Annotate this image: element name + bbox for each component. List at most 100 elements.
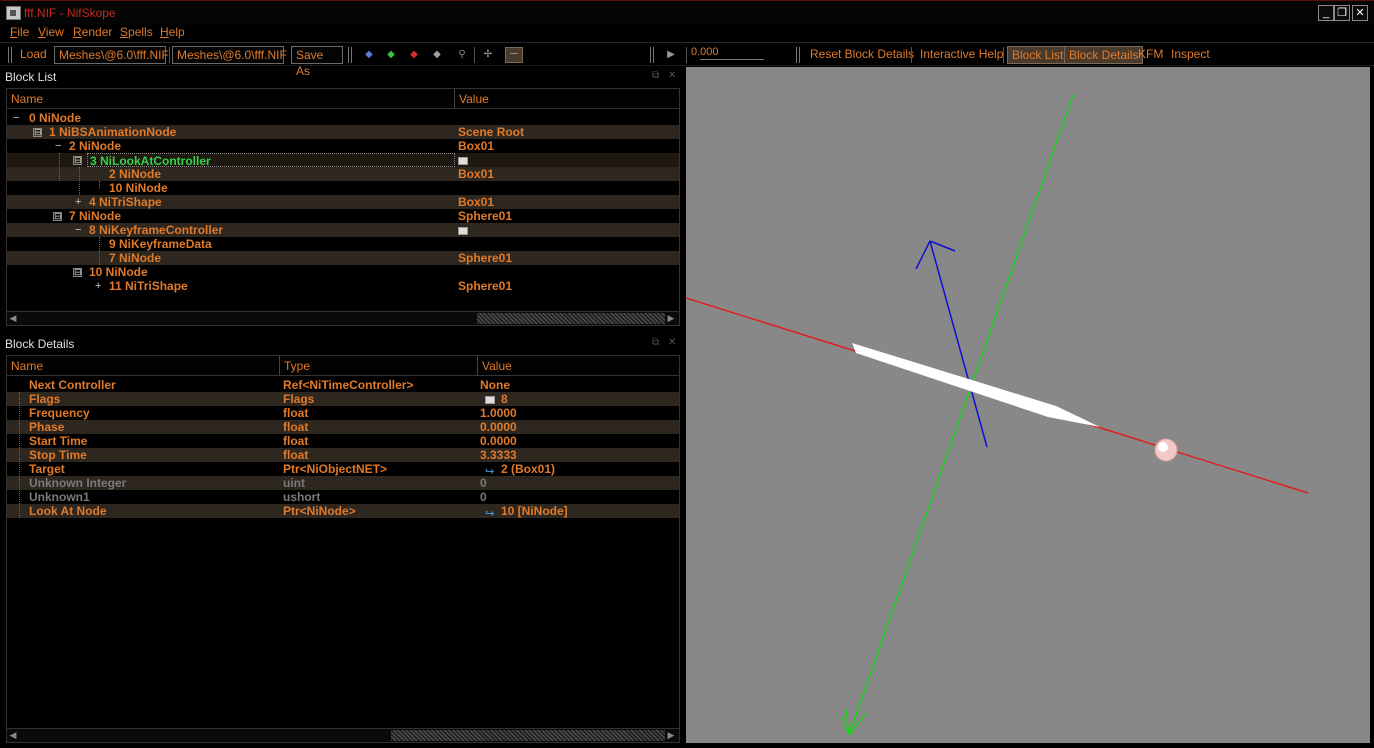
toolbar-grip[interactable] xyxy=(8,47,12,63)
detail-row[interactable]: Flags Flags 8 xyxy=(7,392,679,406)
field-value[interactable]: 0 xyxy=(480,476,487,490)
collapse-icon[interactable]: − xyxy=(13,111,19,125)
detail-row[interactable]: Phase float 0.0000 xyxy=(7,420,679,434)
load-path-input[interactable]: Meshes\@6.0\fff.NIF xyxy=(54,46,169,64)
tree-row[interactable]: + 11 NiTriShape Sphere01 xyxy=(7,279,679,293)
reset-block-details-button[interactable]: Reset Block Details xyxy=(806,46,918,64)
block-list-tree[interactable]: Name Value − 0 NiNode ⊟ 1 NiBSAnimationN… xyxy=(6,88,680,326)
tree-row[interactable]: 9 NiKeyframeData xyxy=(7,237,679,251)
detail-row[interactable]: Unknown Integer uint 0 xyxy=(7,476,679,490)
walk-mode-icon[interactable]: ⚲ xyxy=(455,49,469,61)
field-value[interactable]: 0.0000 xyxy=(480,420,517,434)
dock-float-icon[interactable]: ⧉ xyxy=(652,337,659,348)
view-front-icon[interactable]: ◆ xyxy=(384,49,398,61)
block-details-tree[interactable]: Name Type Value Next Controller Ref<NiTi… xyxy=(6,355,680,743)
menu-help[interactable]: Help xyxy=(160,25,185,39)
field-value[interactable]: 3.3333 xyxy=(480,448,517,462)
detail-row[interactable]: Next Controller Ref<NiTimeController> No… xyxy=(7,378,679,392)
collapse-icon[interactable]: − xyxy=(55,139,61,153)
menu-render[interactable]: Render xyxy=(73,25,112,39)
tree-row[interactable]: + 4 NiTriShape Box01 xyxy=(7,195,679,209)
dock-float-icon[interactable]: ⧉ xyxy=(652,70,659,81)
expand-icon[interactable]: + xyxy=(95,279,101,293)
tree-row[interactable]: − 2 NiNode Box01 xyxy=(7,139,679,153)
field-name: Phase xyxy=(29,420,65,434)
tree-row[interactable]: − 0 NiNode xyxy=(7,111,679,125)
collapse-icon[interactable]: ⊟ xyxy=(33,128,42,137)
field-value[interactable]: 0 xyxy=(480,490,487,504)
scroll-thumb[interactable] xyxy=(477,313,665,324)
collapse-icon[interactable]: ⊟ xyxy=(73,156,82,165)
row-name: 7 NiNode xyxy=(109,251,162,265)
dock-close-icon[interactable]: ✕ xyxy=(668,337,676,348)
detail-row[interactable]: Target Ptr<NiObjectNET> ↪ 2 (Box01) xyxy=(7,462,679,478)
detail-row[interactable]: Stop Time float 3.3333 xyxy=(7,448,679,462)
save-as-button[interactable]: Save As xyxy=(291,46,343,78)
view-user-icon[interactable]: ◆ xyxy=(430,49,444,61)
expand-icon[interactable]: + xyxy=(75,195,81,209)
interactive-help-button[interactable]: Interactive Help xyxy=(916,46,1007,64)
block-list-toggle[interactable]: Block List xyxy=(1007,46,1069,64)
column-header-type[interactable]: Type xyxy=(280,356,478,376)
time-slider[interactable] xyxy=(700,57,764,60)
box-mesh[interactable] xyxy=(852,343,1100,427)
restore-button[interactable]: ❐ xyxy=(1334,5,1350,21)
toolbar-grip[interactable] xyxy=(650,47,654,63)
dock-close-icon[interactable]: ✕ xyxy=(668,70,676,81)
scene-canvas[interactable] xyxy=(686,67,1370,743)
scroll-thumb[interactable] xyxy=(391,730,665,741)
save-path-input[interactable]: Meshes\@6.0\fff.NIF xyxy=(172,46,287,64)
perspective-icon[interactable]: ✢ xyxy=(481,49,495,61)
sphere-highlight xyxy=(1158,442,1168,452)
kfm-toggle[interactable]: KFM xyxy=(1134,46,1167,64)
toolbar-grip[interactable] xyxy=(348,47,352,63)
minimize-button[interactable]: _ xyxy=(1318,5,1334,21)
column-header-name[interactable]: Name xyxy=(7,89,455,109)
detail-row[interactable]: Look At Node Ptr<NiNode> ↪ 10 [NiNode] xyxy=(7,504,679,520)
render-viewport[interactable] xyxy=(686,67,1370,743)
load-button[interactable]: Load xyxy=(16,46,51,64)
collapse-icon[interactable]: ⊟ xyxy=(53,212,62,221)
detail-row[interactable]: Start Time float 0.0000 xyxy=(7,434,679,448)
close-button[interactable]: ✕ xyxy=(1352,5,1368,21)
field-value[interactable]: None xyxy=(480,378,510,392)
tree-row[interactable]: 7 NiNode Sphere01 xyxy=(7,251,679,265)
tree-row-selected[interactable]: ⊟ 3 NiLookAtController xyxy=(7,153,679,168)
scroll-left-icon[interactable]: ◀ xyxy=(7,729,19,742)
menu-spells[interactable]: Spells xyxy=(120,25,153,39)
block-details-toggle[interactable]: Block Details xyxy=(1064,46,1144,64)
menu-view[interactable]: View xyxy=(38,25,64,39)
app-icon xyxy=(6,6,21,20)
collapse-icon[interactable]: − xyxy=(75,223,81,237)
field-value[interactable]: 0.0000 xyxy=(480,434,517,448)
scroll-right-icon[interactable]: ▶ xyxy=(665,312,677,325)
block-details-hscrollbar[interactable]: ◀ ▶ xyxy=(7,728,679,742)
tree-row[interactable]: 10 NiNode xyxy=(7,181,679,195)
column-header-name[interactable]: Name xyxy=(7,356,280,376)
inspect-toggle[interactable]: Inspect xyxy=(1167,46,1214,64)
column-header-value[interactable]: Value xyxy=(478,356,679,376)
scroll-right-icon[interactable]: ▶ xyxy=(665,729,677,742)
field-value[interactable]: 1.0000 xyxy=(480,406,517,420)
field-name: Look At Node xyxy=(29,504,107,518)
block-list-hscrollbar[interactable]: ◀ ▶ xyxy=(7,311,679,325)
detail-row[interactable]: Unknown1 ushort 0 xyxy=(7,490,679,504)
tree-row[interactable]: − 8 NiKeyframeController xyxy=(7,223,679,237)
field-value[interactable]: 8 xyxy=(485,392,508,406)
field-value[interactable]: ↪ 2 (Box01) xyxy=(485,462,555,478)
detail-row[interactable]: Frequency float 1.0000 xyxy=(7,406,679,420)
tree-row[interactable]: ⊟ 1 NiBSAnimationNode Scene Root xyxy=(7,125,679,139)
menu-file[interactable]: File xyxy=(10,25,29,39)
scroll-left-icon[interactable]: ◀ xyxy=(7,312,19,325)
tree-row[interactable]: ⊟ 10 NiNode xyxy=(7,265,679,279)
orthographic-icon[interactable]: ⏤ xyxy=(505,47,523,63)
column-header-value[interactable]: Value xyxy=(455,89,679,109)
tree-row[interactable]: ⊟ 7 NiNode Sphere01 xyxy=(7,209,679,223)
play-icon[interactable]: ▶ xyxy=(664,49,678,61)
collapse-icon[interactable]: ⊟ xyxy=(73,268,82,277)
toolbar-grip[interactable] xyxy=(796,47,800,63)
view-side-icon[interactable]: ◆ xyxy=(407,49,421,61)
field-value[interactable]: ↪ 10 [NiNode] xyxy=(485,504,568,520)
view-top-icon[interactable]: ◆ xyxy=(362,49,376,61)
tree-row[interactable]: 2 NiNode Box01 xyxy=(7,167,679,181)
